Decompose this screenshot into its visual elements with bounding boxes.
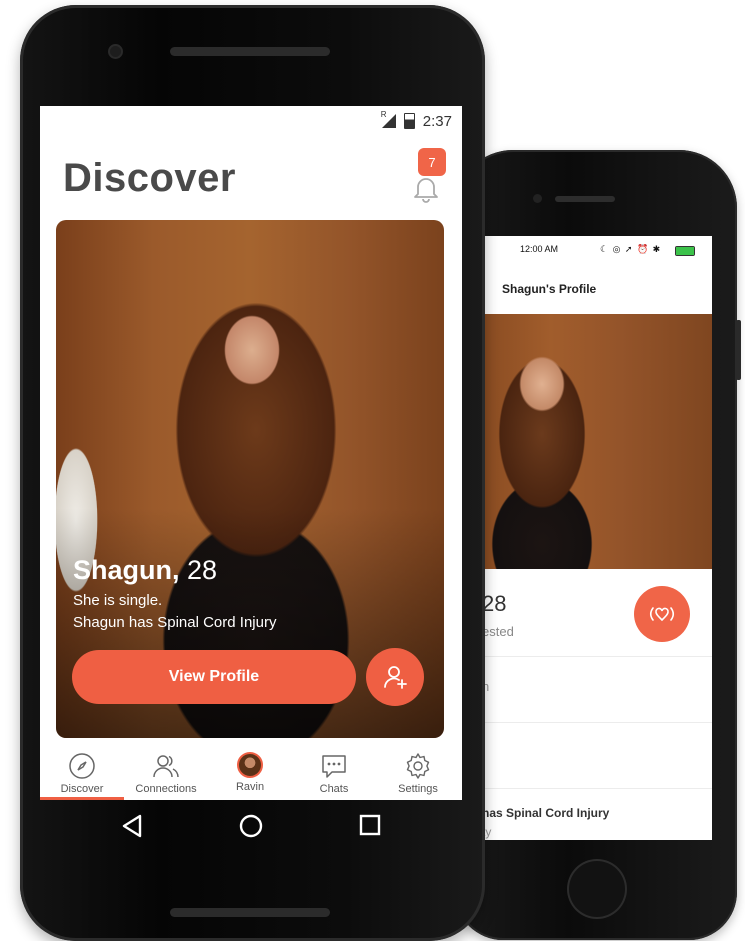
profile-age: 28: [482, 591, 507, 616]
signal-heart-icon: [649, 607, 675, 622]
tab-label: Settings: [398, 783, 438, 795]
profile-row[interactable]: [482, 722, 712, 789]
tab-label: Connections: [135, 783, 197, 795]
android-speaker: [170, 47, 330, 56]
tab-label: Discover: [60, 783, 104, 795]
iphone-side-button: [736, 320, 741, 380]
gear-icon: [406, 753, 430, 779]
tab-label: Ravin: [235, 781, 265, 793]
profile-photo: [482, 314, 712, 569]
page-title: Discover: [63, 156, 236, 200]
ios-status-icons: ☾ ◎ ➚ ⏰ ✱: [600, 244, 662, 254]
chat-icon: [322, 755, 346, 778]
tab-label: Chats: [319, 783, 349, 795]
android-bottom-speaker: [170, 908, 330, 917]
iphone-speaker: [555, 196, 615, 202]
notification-badge[interactable]: 7: [418, 148, 446, 176]
back-triangle-icon: [122, 814, 142, 838]
avatar: [237, 752, 263, 778]
iphone-device: 12:00 AM ☾ ◎ ➚ ⏰ ✱ Shagun's Profile 28 e…: [455, 150, 741, 940]
profile-title: Shagun's Profile: [502, 282, 597, 296]
android-screen: R 2:37 Discover 7 Shagun, 28 She is sing…: [40, 106, 462, 800]
android-nav-bar: [120, 813, 390, 843]
card-name-text: Shagun,: [73, 555, 180, 585]
iphone-front-camera: [533, 194, 542, 203]
tab-profile[interactable]: Ravin: [208, 752, 292, 793]
card-age: 28: [187, 555, 218, 585]
profile-row-title: has Spinal Cord Injury: [482, 806, 610, 820]
card-name: Shagun, 28: [73, 555, 217, 586]
android-front-camera: [110, 46, 121, 57]
profile-row[interactable]: n: [482, 656, 712, 723]
iphone-home-button[interactable]: [567, 859, 627, 919]
card-relationship-status: She is single.: [73, 592, 163, 609]
profile-card[interactable]: Shagun, 28 She is single. Shagun has Spi…: [56, 220, 444, 738]
profile-interest-text: ested: [482, 624, 514, 639]
people-icon: [153, 755, 179, 778]
nav-back-button[interactable]: [120, 813, 144, 844]
iphone-screen: 12:00 AM ☾ ◎ ➚ ⏰ ✱ Shagun's Profile 28 e…: [482, 236, 712, 840]
nav-home-button[interactable]: [238, 813, 264, 844]
android-status-bar: R 2:37: [381, 110, 452, 130]
profile-row[interactable]: has Spinal Cord Injury ty: [482, 788, 712, 840]
recents-square-icon: [359, 814, 381, 836]
ios-status-time: 12:00 AM: [520, 244, 559, 254]
status-time: 2:37: [422, 112, 452, 130]
add-connection-button[interactable]: [366, 648, 424, 706]
nav-recents-button[interactable]: [358, 813, 382, 842]
tab-settings[interactable]: Settings: [376, 752, 460, 795]
connect-button[interactable]: [634, 586, 690, 642]
android-device: R 2:37 Discover 7 Shagun, 28 She is sing…: [20, 5, 485, 941]
bottom-tab-bar: Discover Connections Ravin Chats Setting…: [40, 746, 462, 800]
card-condition: Shagun has Spinal Cord Injury: [73, 614, 277, 631]
home-circle-icon: [239, 814, 263, 838]
tab-chats[interactable]: Chats: [292, 752, 376, 795]
bell-icon[interactable]: [410, 172, 442, 204]
signal-icon: R: [381, 110, 396, 128]
battery-icon: [403, 113, 415, 129]
ios-status-bar: 12:00 AM ☾ ◎ ➚ ⏰ ✱: [482, 244, 712, 258]
tab-discover[interactable]: Discover: [40, 752, 124, 795]
battery-icon: [675, 246, 695, 256]
compass-icon: [69, 753, 95, 779]
signal-roaming-label: R: [380, 110, 387, 119]
add-user-icon: [384, 666, 407, 689]
active-tab-indicator: [40, 797, 124, 800]
view-profile-button[interactable]: View Profile: [72, 650, 356, 704]
tab-connections[interactable]: Connections: [124, 752, 208, 795]
